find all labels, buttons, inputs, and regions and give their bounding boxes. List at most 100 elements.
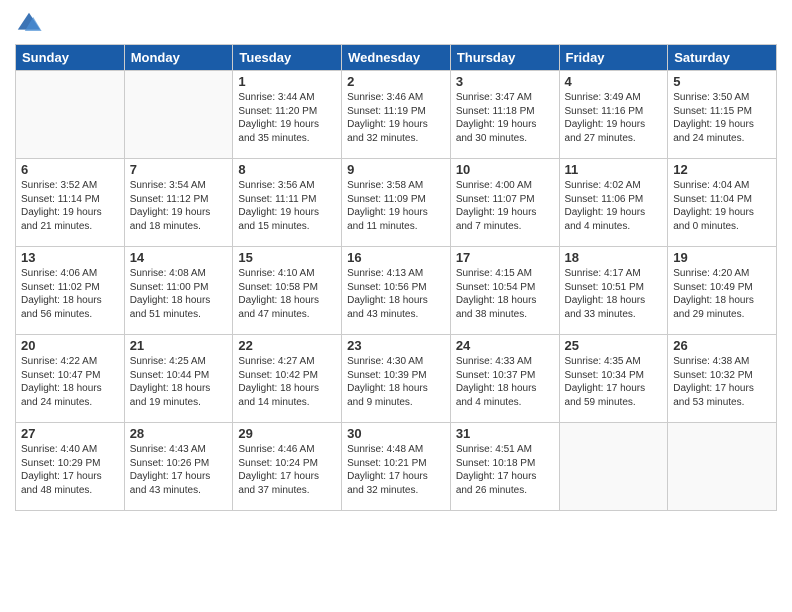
calendar-cell: 25 Sunrise: 4:35 AM Sunset: 10:34 PM Dayl… [559, 335, 668, 423]
day-number: 30 [347, 426, 445, 441]
day-number: 3 [456, 74, 554, 89]
day-number: 14 [130, 250, 228, 265]
day-number: 9 [347, 162, 445, 177]
weekday-header-friday: Friday [559, 45, 668, 71]
day-info: Sunrise: 3:54 AM Sunset: 11:12 PM Daylig… [130, 179, 228, 233]
day-info: Sunrise: 4:46 AM Sunset: 10:24 PM Daylig… [238, 443, 336, 497]
calendar-cell: 13 Sunrise: 4:06 AM Sunset: 11:02 PM Dayl… [16, 247, 125, 335]
calendar-cell: 15 Sunrise: 4:10 AM Sunset: 10:58 PM Dayl… [233, 247, 342, 335]
day-info: Sunrise: 4:08 AM Sunset: 11:00 PM Daylig… [130, 267, 228, 321]
weekday-header-saturday: Saturday [668, 45, 777, 71]
day-number: 11 [565, 162, 663, 177]
day-number: 5 [673, 74, 771, 89]
calendar-cell: 24 Sunrise: 4:33 AM Sunset: 10:37 PM Dayl… [450, 335, 559, 423]
calendar-cell: 14 Sunrise: 4:08 AM Sunset: 11:00 PM Dayl… [124, 247, 233, 335]
day-info: Sunrise: 4:06 AM Sunset: 11:02 PM Daylig… [21, 267, 119, 321]
calendar-cell: 26 Sunrise: 4:38 AM Sunset: 10:32 PM Dayl… [668, 335, 777, 423]
calendar-cell: 2Sunrise: 3:46 AM Sunset: 11:19 PM Dayli… [342, 71, 451, 159]
day-number: 8 [238, 162, 336, 177]
day-number: 1 [238, 74, 336, 89]
day-info: Sunrise: 4:48 AM Sunset: 10:21 PM Daylig… [347, 443, 445, 497]
calendar-cell: 28 Sunrise: 4:43 AM Sunset: 10:26 PM Dayl… [124, 423, 233, 511]
day-info: Sunrise: 4:22 AM Sunset: 10:47 PM Daylig… [21, 355, 119, 409]
day-number: 27 [21, 426, 119, 441]
day-info: Sunrise: 3:46 AM Sunset: 11:19 PM Daylig… [347, 91, 445, 145]
calendar-cell [16, 71, 125, 159]
weekday-header-sunday: Sunday [16, 45, 125, 71]
day-number: 23 [347, 338, 445, 353]
day-number: 12 [673, 162, 771, 177]
calendar-cell: 18 Sunrise: 4:17 AM Sunset: 10:51 PM Dayl… [559, 247, 668, 335]
day-info: Sunrise: 4:33 AM Sunset: 10:37 PM Daylig… [456, 355, 554, 409]
day-info: Sunrise: 4:30 AM Sunset: 10:39 PM Daylig… [347, 355, 445, 409]
calendar-cell: 29 Sunrise: 4:46 AM Sunset: 10:24 PM Dayl… [233, 423, 342, 511]
day-info: Sunrise: 4:43 AM Sunset: 10:26 PM Daylig… [130, 443, 228, 497]
day-info: Sunrise: 4:25 AM Sunset: 10:44 PM Daylig… [130, 355, 228, 409]
day-number: 10 [456, 162, 554, 177]
day-info: Sunrise: 4:35 AM Sunset: 10:34 PM Daylig… [565, 355, 663, 409]
calendar-cell: 31 Sunrise: 4:51 AM Sunset: 10:18 PM Dayl… [450, 423, 559, 511]
calendar-cell: 7Sunrise: 3:54 AM Sunset: 11:12 PM Dayli… [124, 159, 233, 247]
weekday-header-monday: Monday [124, 45, 233, 71]
calendar-cell: 19 Sunrise: 4:20 AM Sunset: 10:49 PM Dayl… [668, 247, 777, 335]
day-number: 29 [238, 426, 336, 441]
calendar-cell: 27 Sunrise: 4:40 AM Sunset: 10:29 PM Dayl… [16, 423, 125, 511]
day-info: Sunrise: 3:56 AM Sunset: 11:11 PM Daylig… [238, 179, 336, 233]
calendar-cell: 21 Sunrise: 4:25 AM Sunset: 10:44 PM Dayl… [124, 335, 233, 423]
calendar-cell [124, 71, 233, 159]
day-info: Sunrise: 4:38 AM Sunset: 10:32 PM Daylig… [673, 355, 771, 409]
day-number: 26 [673, 338, 771, 353]
day-number: 25 [565, 338, 663, 353]
day-number: 15 [238, 250, 336, 265]
day-number: 21 [130, 338, 228, 353]
day-number: 24 [456, 338, 554, 353]
calendar-cell: 17 Sunrise: 4:15 AM Sunset: 10:54 PM Dayl… [450, 247, 559, 335]
calendar-cell: 23 Sunrise: 4:30 AM Sunset: 10:39 PM Dayl… [342, 335, 451, 423]
calendar-cell: 22 Sunrise: 4:27 AM Sunset: 10:42 PM Dayl… [233, 335, 342, 423]
day-number: 6 [21, 162, 119, 177]
day-number: 16 [347, 250, 445, 265]
calendar-cell: 8 Sunrise: 3:56 AM Sunset: 11:11 PM Dayli… [233, 159, 342, 247]
calendar-cell: 4 Sunrise: 3:49 AM Sunset: 11:16 PM Dayli… [559, 71, 668, 159]
day-number: 31 [456, 426, 554, 441]
day-info: Sunrise: 4:15 AM Sunset: 10:54 PM Daylig… [456, 267, 554, 321]
day-info: Sunrise: 4:20 AM Sunset: 10:49 PM Daylig… [673, 267, 771, 321]
calendar-cell: 5 Sunrise: 3:50 AM Sunset: 11:15 PM Dayli… [668, 71, 777, 159]
day-info: Sunrise: 3:52 AM Sunset: 11:14 PM Daylig… [21, 179, 119, 233]
day-info: Sunrise: 3:47 AM Sunset: 11:18 PM Daylig… [456, 91, 554, 145]
weekday-header-tuesday: Tuesday [233, 45, 342, 71]
day-info: Sunrise: 4:27 AM Sunset: 10:42 PM Daylig… [238, 355, 336, 409]
calendar-cell: 9 Sunrise: 3:58 AM Sunset: 11:09 PM Dayli… [342, 159, 451, 247]
day-info: Sunrise: 4:13 AM Sunset: 10:56 PM Daylig… [347, 267, 445, 321]
day-info: Sunrise: 4:10 AM Sunset: 10:58 PM Daylig… [238, 267, 336, 321]
logo-icon [15, 10, 43, 38]
day-number: 28 [130, 426, 228, 441]
day-info: Sunrise: 4:17 AM Sunset: 10:51 PM Daylig… [565, 267, 663, 321]
calendar-cell: 11 Sunrise: 4:02 AM Sunset: 11:06 PM Dayl… [559, 159, 668, 247]
calendar-cell [559, 423, 668, 511]
day-info: Sunrise: 4:00 AM Sunset: 11:07 PM Daylig… [456, 179, 554, 233]
calendar-cell: 16 Sunrise: 4:13 AM Sunset: 10:56 PM Dayl… [342, 247, 451, 335]
day-number: 22 [238, 338, 336, 353]
calendar-cell [668, 423, 777, 511]
calendar-cell: 1Sunrise: 3:44 AM Sunset: 11:20 PM Dayli… [233, 71, 342, 159]
day-info: Sunrise: 4:04 AM Sunset: 11:04 PM Daylig… [673, 179, 771, 233]
day-number: 19 [673, 250, 771, 265]
day-info: Sunrise: 3:50 AM Sunset: 11:15 PM Daylig… [673, 91, 771, 145]
calendar-cell: 6 Sunrise: 3:52 AM Sunset: 11:14 PM Dayli… [16, 159, 125, 247]
day-number: 20 [21, 338, 119, 353]
day-info: Sunrise: 4:02 AM Sunset: 11:06 PM Daylig… [565, 179, 663, 233]
day-number: 4 [565, 74, 663, 89]
calendar-cell: 10 Sunrise: 4:00 AM Sunset: 11:07 PM Dayl… [450, 159, 559, 247]
day-number: 17 [456, 250, 554, 265]
weekday-header-thursday: Thursday [450, 45, 559, 71]
day-info: Sunrise: 4:40 AM Sunset: 10:29 PM Daylig… [21, 443, 119, 497]
day-info: Sunrise: 3:58 AM Sunset: 11:09 PM Daylig… [347, 179, 445, 233]
day-number: 13 [21, 250, 119, 265]
calendar-cell: 12 Sunrise: 4:04 AM Sunset: 11:04 PM Dayl… [668, 159, 777, 247]
day-info: Sunrise: 4:51 AM Sunset: 10:18 PM Daylig… [456, 443, 554, 497]
calendar-cell: 3 Sunrise: 3:47 AM Sunset: 11:18 PM Dayli… [450, 71, 559, 159]
calendar-cell: 20 Sunrise: 4:22 AM Sunset: 10:47 PM Dayl… [16, 335, 125, 423]
day-number: 18 [565, 250, 663, 265]
day-info: Sunrise: 3:49 AM Sunset: 11:16 PM Daylig… [565, 91, 663, 145]
